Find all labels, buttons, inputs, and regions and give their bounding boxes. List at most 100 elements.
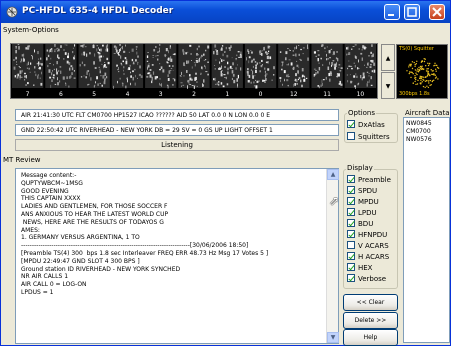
title-bar[interactable]: PC-HFDL 635-4 HFDL Decoder [1,1,450,23]
channel-label: 10 [357,91,365,98]
constellation-point [415,63,417,65]
review-line: NR AIR CALLS 1 [21,273,69,281]
mpdu-checkbox[interactable]: MPDU [347,197,379,206]
constellation-point [414,75,416,77]
constellation-point [429,79,431,82]
constellation-point [414,63,416,66]
spectrum-channel: 2 [178,44,210,98]
bdu-checkbox-box[interactable] [347,219,355,227]
spdu-checkbox-box[interactable] [347,186,355,194]
constellation-point [409,63,411,65]
constellation-point [426,80,428,82]
close-icon [432,7,442,17]
constellation-point [427,70,429,73]
verbose-label: Verbose [358,275,387,283]
spectrum-channel: 7 [12,44,44,98]
hfnpdu-checkbox[interactable]: HFNPDU [347,230,387,239]
constellation-point [424,58,426,60]
v-acars-checkbox[interactable]: V ACARS [347,241,389,250]
scroll-down-icon[interactable]: ▼ [327,332,339,343]
constellation-point [430,84,432,86]
ground-info-line: GND 22:50:42 UTC RIVERHEAD - NEW YORK DB… [15,124,339,136]
hfnpdu-label: HFNPDU [358,231,388,239]
delete-button[interactable]: Delete >> [343,312,398,329]
squitters-checkbox[interactable]: Squitters [347,132,390,141]
v-acars-label: V ACARS [358,242,389,250]
preamble-checkbox[interactable]: Preamble [347,175,391,184]
bdu-checkbox[interactable]: BDU [347,219,373,228]
constellation-point [427,80,430,82]
air-info-line: AIR 21:41:30 UTC FLT CM0700 HP1527 ICAO … [15,109,339,121]
v-acars-checkbox-box[interactable] [347,241,355,249]
close-button[interactable] [429,4,445,20]
constellation-point [431,73,434,76]
h-acars-checkbox[interactable]: H ACARS [347,252,389,261]
spectrum-scroll-down-button[interactable]: ▼ [381,72,395,99]
verbose-checkbox[interactable]: Verbose [347,274,386,283]
spectrum-channel: 0 [244,44,277,98]
constellation-point [425,70,428,72]
hex-label: HEX [358,264,373,272]
verbose-checkbox-box[interactable] [347,274,355,282]
constellation-point [418,66,420,69]
minimize-icon [388,14,394,16]
hex-checkbox-box[interactable] [347,263,355,271]
constellation-point [419,82,421,84]
scroll-up-icon[interactable]: ▲ [327,169,339,180]
app-window: PC-HFDL 635-4 HFDL Decoder System-Option… [0,0,451,346]
mt-review-label: MT Review [3,156,41,164]
constellation-point [421,76,423,78]
constellation-point [437,67,440,69]
clear-button[interactable]: << Clear [343,294,398,311]
minimize-button[interactable] [384,4,400,20]
preamble-checkbox-box[interactable] [347,175,355,183]
constellation-point [433,74,435,76]
constellation-point [429,62,431,65]
review-line: QUPTYWBCM~1MSG [21,179,83,187]
constellation-point [416,70,418,72]
maximize-button[interactable] [404,4,420,20]
aircraft-item[interactable]: NW0576 [406,136,447,144]
constellation-point [420,77,422,80]
review-line: [MPDU 22:49:47 GND SLOT 4 300 BPS ] [21,257,140,265]
review-line: ANS ANXIOUS TO HEAR THE LATEST WORLD CUP [21,210,169,218]
aircraft-item[interactable]: CM0700 [406,128,447,136]
spectrum-channel: 3 [145,44,177,98]
constellation-point [426,85,428,87]
h-acars-checkbox-box[interactable] [347,252,355,260]
review-line: NEWS, HERE ARE THE RESULTS OF TODAYÕS G [21,218,164,226]
constellation-point [424,80,427,82]
constellation-point [412,73,414,75]
dxatlas-checkbox[interactable]: DxAtlas [347,120,385,129]
constellation-point [416,83,419,85]
spectrum-channel: 11 [311,44,343,98]
hex-checkbox[interactable]: HEX [347,263,372,272]
spdu-checkbox[interactable]: SPDU [347,186,377,195]
spectrum-display[interactable]: 7 6 5 4 3 2 1 0 12 11 10 [10,43,378,99]
mt-review-textarea[interactable]: Message content:- QUPTYWBCM~1MSG GOOD EV… [15,168,339,344]
aircraft-item[interactable]: NW0845 [406,120,447,128]
constellation-point [414,69,417,71]
constellation-point [428,82,430,84]
channel-label: 5 [92,91,96,98]
bdu-label: BDU [358,220,374,228]
lpdu-checkbox-box[interactable] [347,208,355,216]
menu-system-options[interactable]: System-Options [3,26,59,34]
lpdu-checkbox[interactable]: LPDU [347,208,377,217]
hfnpdu-checkbox-box[interactable] [347,230,355,238]
review-line: 1. GERMANY VERSUS ARGENTINA, 1 TO [21,234,140,242]
squitters-checkbox-box[interactable] [347,132,355,140]
constellation-point [417,79,419,82]
constellation-point [435,64,438,67]
constellation-point [413,61,415,64]
channel-label: 3 [159,91,163,98]
spectrum-scroll-up-button[interactable]: ▲ [381,44,395,71]
help-button[interactable]: Help [343,329,398,346]
constellation-point [419,65,422,68]
constellation-point [419,77,421,79]
aircraft-list[interactable]: NW0845 CM0700 NW0576 [403,117,450,343]
mpdu-checkbox-box[interactable] [347,197,355,205]
spectrum-waterfall: 7 6 5 4 3 2 1 0 12 11 10 [12,44,376,98]
dxatlas-checkbox-box[interactable] [347,120,355,128]
constellation-point [434,74,437,76]
